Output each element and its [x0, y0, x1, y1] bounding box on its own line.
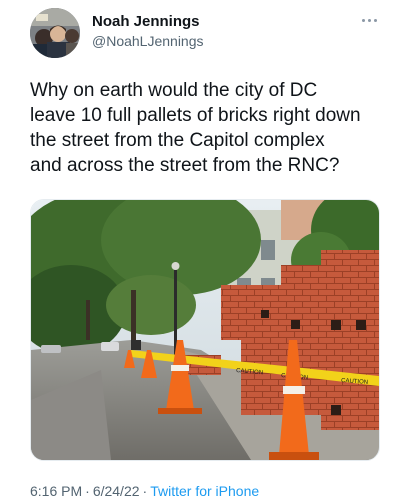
tweet-time[interactable]: 6:16 PM: [30, 483, 82, 499]
more-options-button[interactable]: [358, 10, 382, 30]
author-handle[interactable]: @NoahLJennings: [92, 33, 204, 49]
meta-separator: ·: [142, 483, 148, 499]
tweet-text: Why on earth would the city of DC leave …: [30, 80, 361, 176]
tweet-date[interactable]: 6/24/22: [93, 483, 140, 499]
avatar-photo: [30, 8, 80, 58]
author-name[interactable]: Noah Jennings: [92, 13, 200, 30]
author-avatar[interactable]: [30, 8, 80, 58]
tweet-source-link[interactable]: Twitter for iPhone: [150, 483, 259, 499]
tweet-meta: 6:16 PM · 6/24/22 · Twitter for iPhone: [30, 483, 259, 500]
tweet-card: Noah Jennings @NoahLJennings Why on eart…: [0, 0, 409, 500]
tweet-photo[interactable]: CAUTION CAUTION CAUTION: [30, 199, 380, 461]
meta-separator: ·: [85, 483, 90, 499]
street-photo: CAUTION CAUTION CAUTION: [31, 200, 379, 460]
more-horizontal-icon-dot: [368, 19, 371, 22]
more-horizontal-icon-dot: [374, 19, 377, 22]
more-horizontal-icon: [362, 19, 365, 22]
